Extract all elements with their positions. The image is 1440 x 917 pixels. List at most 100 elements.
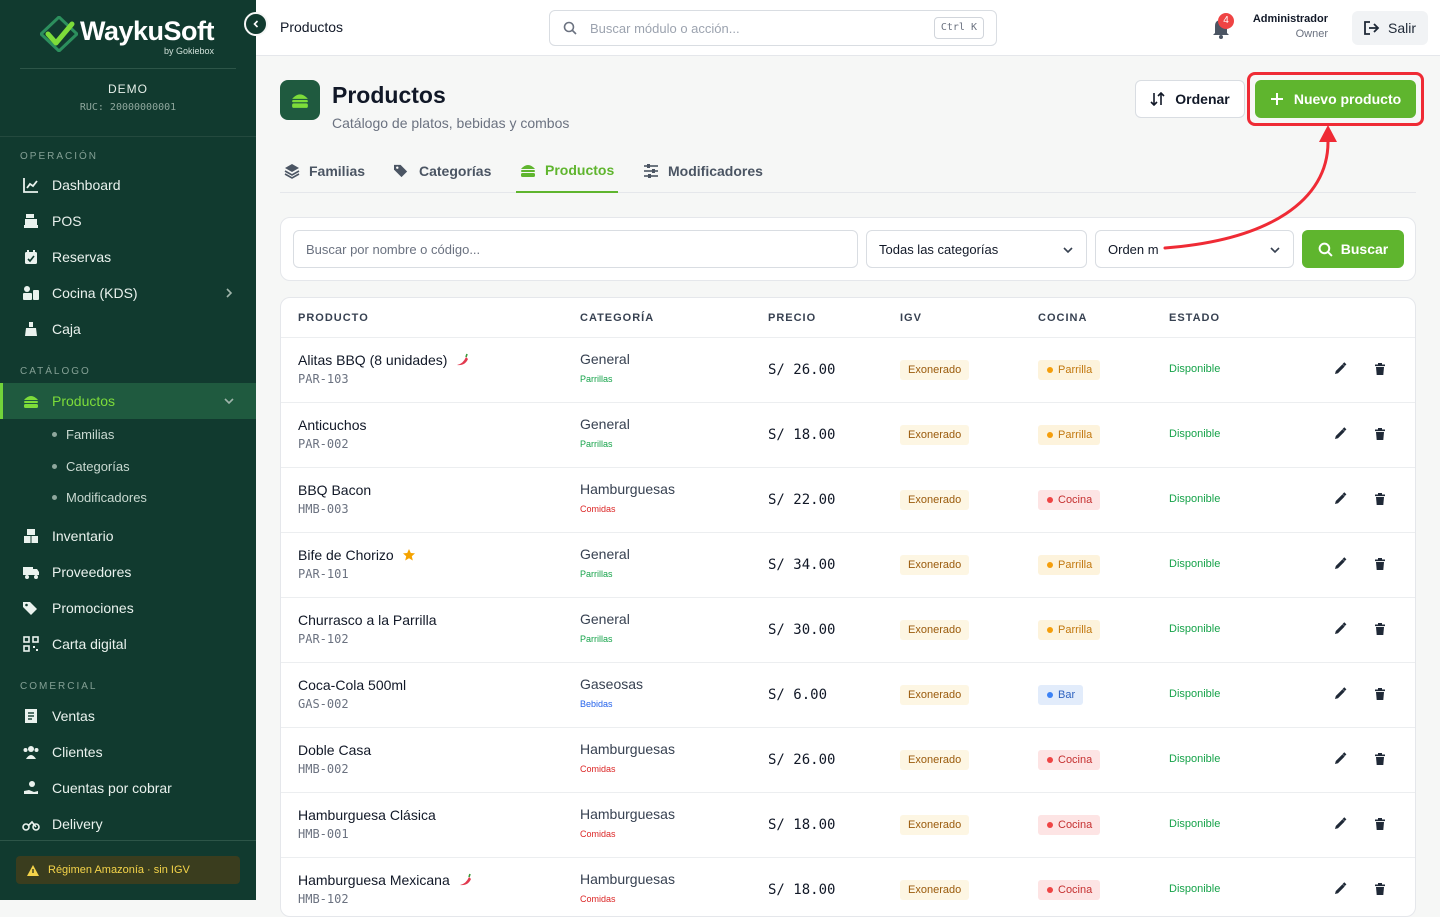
chevron-down-icon xyxy=(1063,247,1073,254)
shortcut-hint: Ctrl K xyxy=(933,17,984,39)
kitchen-badge: Parrilla xyxy=(1038,360,1101,380)
brand-logo[interactable]: WaykuSoft by Gokiebox xyxy=(40,14,230,60)
product-category: Hamburguesas xyxy=(580,481,675,497)
edit-button[interactable] xyxy=(1333,427,1347,446)
edit-button[interactable] xyxy=(1333,622,1347,641)
table-row[interactable]: Hamburguesa Mexicana HMB-102 Hamburguesas C… xyxy=(281,857,1415,916)
brand-name: WaykuSoft xyxy=(80,16,215,46)
sidebar-item-carta-digital[interactable]: Carta digital xyxy=(0,626,256,662)
sidebar-item-pos[interactable]: POS xyxy=(0,203,256,239)
status-badge: Disponible xyxy=(1169,363,1221,375)
sidebar-item-productos[interactable]: Productos xyxy=(0,383,256,419)
module-search-input[interactable]: Buscar módulo o acción... Ctrl K xyxy=(549,10,997,46)
delete-button[interactable] xyxy=(1373,622,1387,641)
trash-icon xyxy=(1375,363,1385,375)
sidebar-item-ventas[interactable]: Ventas xyxy=(0,698,256,734)
tab-familias[interactable]: Familias xyxy=(284,148,365,193)
product-name-cell: Hamburguesa Mexicana xyxy=(298,872,472,888)
pencil-icon xyxy=(1335,427,1347,439)
product-name-cell: BBQ Bacon xyxy=(298,482,371,498)
sidebar-subitem-categorias[interactable]: Categorías xyxy=(52,459,130,474)
delete-button[interactable] xyxy=(1373,362,1387,381)
product-name-cell: Doble Casa xyxy=(298,742,371,758)
table-row[interactable]: BBQ Bacon HMB-003 Hamburguesas Comidas S/ 22… xyxy=(281,467,1415,532)
kitchen-label: Cocina xyxy=(1058,819,1093,831)
column-header-producto: PRODUCTO xyxy=(298,312,369,324)
sidebar-subitem-modificadores[interactable]: Modificadores xyxy=(52,490,147,505)
table-row[interactable]: Coca-Cola 500ml GAS-002 Gaseosas Bebidas S/ … xyxy=(281,662,1415,727)
table-row[interactable]: Alitas BBQ (8 unidades) PAR-103 General Par… xyxy=(281,337,1415,402)
bullet-icon xyxy=(52,464,57,469)
sidebar-item-delivery[interactable]: Delivery xyxy=(0,806,256,842)
page-icon-tile xyxy=(280,80,320,120)
burger-icon xyxy=(22,392,40,410)
sidebar-item-clientes[interactable]: Clientes xyxy=(0,734,256,770)
sidebar-item-dashboard[interactable]: Dashboard xyxy=(0,167,256,203)
edit-button[interactable] xyxy=(1333,817,1347,836)
column-header-estado: ESTADO xyxy=(1169,312,1221,324)
edit-button[interactable] xyxy=(1333,492,1347,511)
status-badge: Disponible xyxy=(1169,818,1221,830)
product-name-cell: Alitas BBQ (8 unidades) xyxy=(298,352,469,368)
delete-button[interactable] xyxy=(1373,427,1387,446)
chevron-right-icon xyxy=(226,288,233,298)
sidebar-subitem-familias[interactable]: Familias xyxy=(52,427,114,442)
product-code: HMB-102 xyxy=(298,892,349,906)
delete-button[interactable] xyxy=(1373,492,1387,511)
edit-button[interactable] xyxy=(1333,882,1347,901)
delete-button[interactable] xyxy=(1373,557,1387,576)
delete-button[interactable] xyxy=(1373,752,1387,771)
search-icon xyxy=(1318,242,1333,257)
logout-button[interactable]: Salir xyxy=(1352,11,1428,45)
user-info[interactable]: Administrador Owner xyxy=(1253,13,1328,40)
tab-modificadores[interactable]: Modificadores xyxy=(643,148,763,193)
delete-button[interactable] xyxy=(1373,882,1387,901)
tab-categorias[interactable]: Categorías xyxy=(393,148,491,193)
table-row[interactable]: Bife de Chorizo PAR-101 General Parrillas S/… xyxy=(281,532,1415,597)
table-row[interactable]: Doble Casa HMB-002 Hamburguesas Comidas S/ 2… xyxy=(281,727,1415,792)
edit-button[interactable] xyxy=(1333,557,1347,576)
sidebar-subitem-label: Modificadores xyxy=(66,490,147,505)
search-button[interactable]: Buscar xyxy=(1302,230,1404,268)
order-select[interactable]: Orden m xyxy=(1095,230,1294,268)
status-badge: Disponible xyxy=(1169,883,1221,895)
sidebar-item-reservas[interactable]: Reservas xyxy=(0,239,256,275)
sidebar-item-inventario[interactable]: Inventario xyxy=(0,518,256,554)
product-name-cell: Coca-Cola 500ml xyxy=(298,677,406,693)
product-category: Hamburguesas xyxy=(580,806,675,822)
igv-badge: Exonerado xyxy=(900,750,970,770)
tab-productos[interactable]: Productos xyxy=(516,148,619,193)
delete-button[interactable] xyxy=(1373,687,1387,706)
sidebar-item-proveedores[interactable]: Proveedores xyxy=(0,554,256,590)
sort-button[interactable]: Ordenar xyxy=(1135,80,1245,118)
trash-icon xyxy=(1375,753,1385,765)
edit-button[interactable] xyxy=(1333,752,1347,771)
edit-button[interactable] xyxy=(1333,362,1347,381)
order-select-value: Orden m xyxy=(1108,242,1159,257)
chevron-down-icon xyxy=(224,398,234,405)
pencil-icon xyxy=(1335,622,1347,634)
sidebar-item-cuentas-por-cobrar[interactable]: Cuentas por cobrar xyxy=(0,770,256,806)
product-search-input[interactable]: Buscar por nombre o código... xyxy=(293,230,858,268)
status-dot-icon xyxy=(1047,757,1053,763)
column-header-cocina: COCINA xyxy=(1038,312,1088,324)
status-dot-icon xyxy=(1047,887,1053,893)
edit-button[interactable] xyxy=(1333,687,1347,706)
trash-icon xyxy=(1375,818,1385,830)
sidebar-item-caja[interactable]: Caja xyxy=(0,311,256,347)
section-operacion: OPERACIÓN xyxy=(20,151,99,162)
sliders-icon xyxy=(644,163,658,178)
product-name: Bife de Chorizo xyxy=(298,547,394,563)
products-table: PRODUCTO CATEGORÍA PRECIO IGV COCINA EST… xyxy=(280,297,1416,917)
kitchen-label: Parrilla xyxy=(1058,364,1093,376)
table-row[interactable]: Hamburguesa Clásica HMB-001 Hamburguesas Co… xyxy=(281,792,1415,857)
kitchen-badge: Cocina xyxy=(1038,880,1101,900)
sidebar-item-promociones[interactable]: Promociones xyxy=(0,590,256,626)
kitchen-badge: Cocina xyxy=(1038,750,1101,770)
category-select[interactable]: Todas las categorías xyxy=(866,230,1087,268)
collapse-sidebar-button[interactable] xyxy=(244,12,268,36)
table-row[interactable]: Churrasco a la Parrilla PAR-102 General Par… xyxy=(281,597,1415,662)
delete-button[interactable] xyxy=(1373,817,1387,836)
sidebar-item-cocina-kds[interactable]: Cocina (KDS) xyxy=(0,275,256,311)
table-row[interactable]: Anticuchos PAR-002 General Parrillas S/ 18.0… xyxy=(281,402,1415,467)
